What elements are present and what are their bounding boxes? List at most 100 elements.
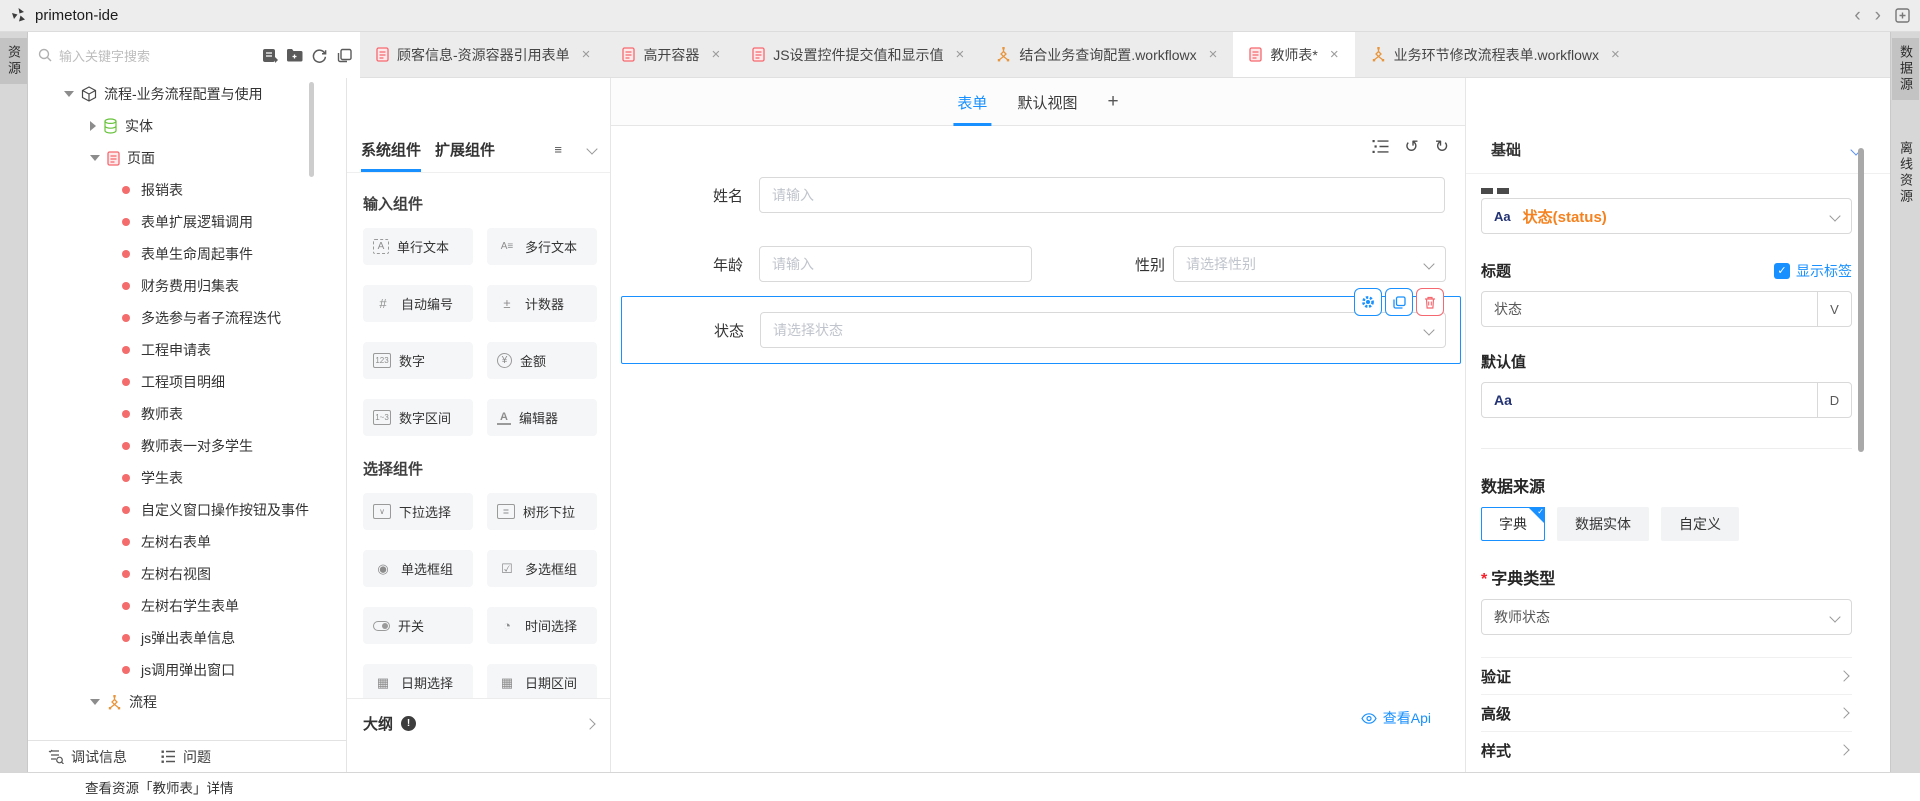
palette-component[interactable]: ± 计数器 [487,285,597,322]
save-layout-icon[interactable] [1895,8,1910,23]
palette-component[interactable]: ∨ 下拉选择 [363,493,473,530]
palette-component[interactable]: ≣ 树形下拉 [487,493,597,530]
redo-icon[interactable]: ↻ [1435,138,1449,155]
tree-node-page-item[interactable]: 学生表 [28,462,346,494]
tree-scrollbar[interactable] [309,82,314,177]
name-input[interactable]: 请输入 [759,177,1445,213]
debug-info-tab[interactable]: 调试信息 [48,747,127,767]
tree-node-page-item[interactable]: 自定义窗口操作按钮及事件 [28,494,346,526]
close-tab-icon[interactable]: × [1611,46,1620,63]
problems-tab[interactable]: 问题 [161,747,211,767]
tree-node-page-item[interactable]: 工程申请表 [28,334,346,366]
palette-component[interactable]: A 编辑器 [487,399,597,436]
palette-component[interactable]: 开关 [363,607,473,644]
file-tab[interactable]: 顾客信息-资源容器引用表单 × [360,32,606,77]
inspector-section-row[interactable]: 高级 [1481,694,1852,731]
title-input[interactable]: 状态 V [1481,291,1852,327]
palette-component[interactable]: A 单行文本 [363,228,473,265]
palette-component[interactable]: ☑ 多选框组 [487,550,597,587]
dict-toggle-button[interactable]: D [1817,383,1851,417]
palette-layout-icon[interactable]: ≡ [554,142,562,157]
nav-forward-icon[interactable]: › [1875,6,1881,25]
close-tab-icon[interactable]: × [1209,46,1218,63]
tree-node-page-item[interactable]: 多选参与者子流程迭代 [28,302,346,334]
palette-component[interactable]: ◔ 时间选择 [487,607,597,644]
inspector-section-row[interactable]: 样式 [1481,731,1852,768]
palette-component[interactable]: ¥ 金额 [487,342,597,379]
age-input[interactable]: 请输入 [759,246,1032,282]
search-input[interactable]: 输入关键字搜索 [38,40,254,70]
add-view-button[interactable]: + [1107,91,1118,113]
checkbox-checked-icon[interactable]: ✓ [1774,263,1790,279]
file-tab[interactable]: 业务环节修改流程表单.workflowx × [1355,32,1636,77]
tree-node-root[interactable]: 流程-业务流程配置与使用 [28,78,346,110]
field-copy-button[interactable] [1385,288,1413,316]
field-settings-button[interactable] [1354,288,1382,316]
tree-node-entity[interactable]: 实体 [28,110,346,142]
show-label-checkbox[interactable]: ✓ 显示标签 [1774,261,1852,281]
rail-tab-datasource[interactable]: 数据源 [1892,38,1919,100]
new-folder-icon[interactable] [285,46,304,65]
tree-node-page-item[interactable]: 左树右视图 [28,558,346,590]
inspector-header[interactable]: 基础 [1466,126,1890,174]
palette-tab-extension[interactable]: 扩展组件 [435,126,495,172]
tree-node-page-item[interactable]: 教师表 [28,398,346,430]
file-tab[interactable]: 结合业务查询配置.workflowx × [980,32,1233,77]
field-ref-select[interactable]: Aa 状态(status) [1481,198,1852,234]
datasource-option[interactable]: 数据实体 [1557,507,1649,541]
palette-collapse-icon[interactable] [586,143,597,154]
file-tab[interactable]: 高开容器 × [606,32,736,77]
tree-node-pages[interactable]: 页面 [28,142,346,174]
selected-field-status[interactable]: 状态 请选择状态 [621,296,1461,364]
undo-icon[interactable]: ↺ [1405,138,1419,155]
rail-tab-resources[interactable]: 资源 [0,38,27,84]
collapse-all-icon[interactable] [335,46,354,65]
close-tab-icon[interactable]: × [582,46,591,63]
file-tab[interactable]: JS设置控件提交值和显示值 × [736,32,980,77]
datasource-option[interactable]: 自定义 [1661,507,1739,541]
palette-component[interactable]: # 自动编号 [363,285,473,322]
expand-arrow-icon[interactable] [90,155,100,161]
tree-node-page-item[interactable]: js调用弹出窗口 [28,654,346,686]
palette-component[interactable]: A≡ 多行文本 [487,228,597,265]
tree-node-page-item[interactable]: js弹出表单信息 [28,622,346,654]
inspector-section-row[interactable]: 验证 [1481,657,1852,694]
rail-tab-offline-resources[interactable]: 离线资源 [1892,134,1919,212]
file-tab[interactable]: 教师表* × [1233,32,1354,77]
inspector-scrollbar[interactable] [1858,148,1864,452]
close-tab-icon[interactable]: × [1330,46,1339,63]
palette-tab-system[interactable]: 系统组件 [361,126,421,172]
palette-component[interactable]: ◉ 单选框组 [363,550,473,587]
datasource-option[interactable]: 字典 [1481,507,1545,541]
tree-node-page-item[interactable]: 左树右表单 [28,526,346,558]
gender-select[interactable]: 请选择性别 [1173,246,1446,282]
palette-component[interactable]: ▦ 日期区间 [487,664,597,701]
close-tab-icon[interactable]: × [711,46,720,63]
tree-node-page-item[interactable]: 教师表一对多学生 [28,430,346,462]
expand-arrow-icon[interactable] [64,91,74,97]
status-select[interactable]: 请选择状态 [760,312,1446,348]
tree-node-process[interactable]: 流程 [28,686,346,718]
palette-component[interactable]: ▦ 日期选择 [363,664,473,701]
view-tab-form[interactable]: 表单 [957,78,987,126]
expand-arrow-icon[interactable] [90,699,100,705]
variable-toggle-button[interactable]: V [1817,292,1851,326]
field-delete-button[interactable] [1416,288,1444,316]
view-tab-default-view[interactable]: 默认视图 [1017,78,1077,126]
tree-node-page-item[interactable]: 左树右学生表单 [28,590,346,622]
view-api-link[interactable]: 查看Api [1361,708,1431,728]
close-tab-icon[interactable]: × [956,46,965,63]
default-value-input[interactable]: Aa D [1481,382,1852,418]
nav-back-icon[interactable]: ‹ [1854,6,1860,25]
outline-tree-icon[interactable] [1372,139,1389,154]
refresh-icon[interactable] [310,46,329,65]
collapse-arrow-icon[interactable] [90,121,96,131]
palette-component[interactable]: 123 数字 [363,342,473,379]
palette-component[interactable]: 1~3 数字区间 [363,399,473,436]
tree-node-page-item[interactable]: 工程项目明细 [28,366,346,398]
tree-node-page-item[interactable]: 表单扩展逻辑调用 [28,206,346,238]
tree-node-page-item[interactable]: 财务费用归集表 [28,270,346,302]
outline-bar[interactable]: 大纲 ! [347,698,610,748]
dict-type-select[interactable]: 教师状态 [1481,599,1852,635]
chevron-right-icon[interactable] [584,718,595,729]
